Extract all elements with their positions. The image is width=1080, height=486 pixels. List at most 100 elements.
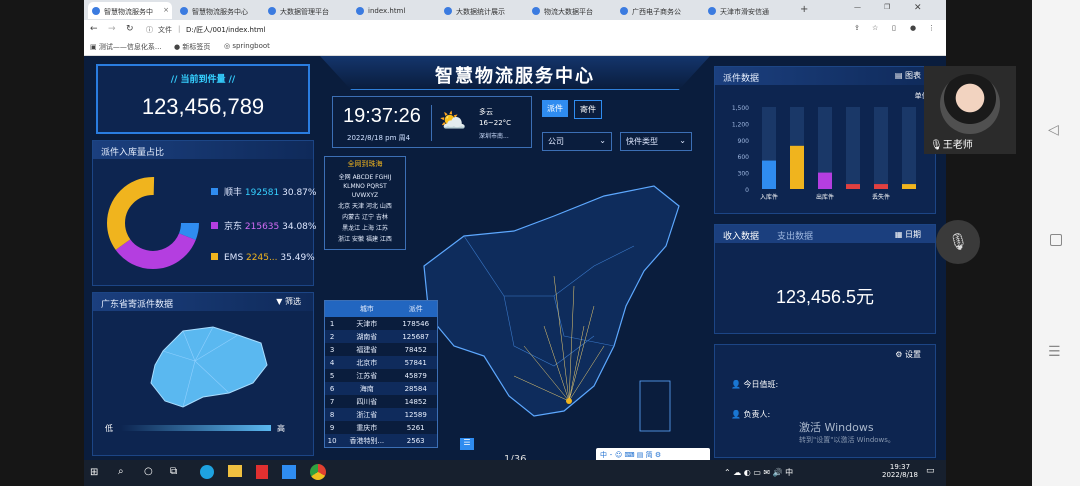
page-icon	[708, 7, 716, 15]
recents-nav-icon[interactable]: ☰	[1048, 344, 1061, 360]
pie-legend-item: 京东 215635 34.08%	[211, 219, 316, 232]
task-view-icon[interactable]: ⧉	[170, 466, 177, 477]
taskbar-clock[interactable]: 19:37 2022/8/18	[882, 463, 918, 479]
province-list[interactable]: 北京 天津 河北 山西	[325, 200, 405, 211]
weather-temp: 16~22°C	[479, 119, 512, 127]
tab-expense[interactable]: 支出数据	[777, 229, 813, 242]
page-icon	[268, 7, 276, 15]
table-row: 6 海南 28584	[325, 382, 437, 395]
tab-income[interactable]: 收入数据	[723, 229, 759, 242]
bar-track	[846, 107, 860, 189]
bookmark-item[interactable]: ● 新标签页	[174, 42, 210, 52]
taskbar: ⊞ ⌕ ○ ⧉ ⌃ ☁ ◐ ▭ ✉ 🔊 中 19:37 2022/8/18 ▭	[84, 460, 946, 486]
system-tray[interactable]: ⌃ ☁ ◐ ▭ ✉ 🔊 中	[724, 467, 793, 478]
browser-tab[interactable]: 广西电子商务公	[616, 2, 700, 19]
clock-time: 19:37:26	[343, 105, 421, 127]
province-list[interactable]: 内蒙古 辽宁 吉林	[325, 211, 405, 222]
browser-tab[interactable]: 大数据统计展示	[440, 2, 524, 19]
rank-table: 城市 派件 1 天津市 178546 2 湖南省 125687 3 福建省 78452 4 北京…	[324, 300, 438, 448]
weather-city: 深圳市南...	[479, 133, 509, 140]
page-title: 智慧物流服务中心	[435, 66, 595, 87]
table-row: 8 浙江省 12589	[325, 408, 437, 421]
bar	[846, 184, 860, 189]
pie-panel: 派件入库量占比 顺丰 192581 30.87% 京东 215635 34.08…	[92, 140, 316, 286]
province-list[interactable]: 黑龙江 上海 江苏	[325, 222, 405, 233]
table-row: 5 江苏省 45879	[329, 371, 427, 380]
list-menu-icon[interactable]: ☰	[460, 438, 474, 450]
chevron-down-icon: ⌄	[599, 136, 606, 145]
home-nav-icon[interactable]	[1050, 234, 1062, 246]
type-select[interactable]: 快件类型 ⌄	[620, 132, 692, 151]
browser-tab[interactable]: 物流大数据平台	[528, 2, 612, 19]
browser-tab[interactable]: 天津市滑安信通	[704, 2, 788, 19]
china-map	[423, 185, 680, 432]
sidebar-icon[interactable]: ▯	[892, 24, 896, 32]
letter-filter[interactable]: UVWXYZ	[325, 191, 405, 200]
browser-tab[interactable]: 大数据管理平台	[264, 2, 348, 19]
page-icon	[356, 7, 364, 15]
search-icon[interactable]: ⌕	[118, 466, 124, 477]
letter-filter[interactable]: 全网 ABCDE FGHIJ	[325, 171, 405, 182]
cortana-icon[interactable]: ○	[144, 466, 153, 477]
filter-button[interactable]: ▼ 筛选	[276, 296, 301, 307]
letter-filter[interactable]: KLMNO PQRST	[325, 182, 405, 191]
edge-icon[interactable]	[200, 465, 214, 479]
restore-icon[interactable]: ❐	[884, 3, 890, 11]
company-select[interactable]: 公司 ⌄	[542, 132, 612, 151]
table-row: 10 香港特别... 2563	[325, 434, 437, 447]
y-tick-label: 300	[738, 171, 750, 178]
notification-icon[interactable]: ▭	[926, 466, 935, 476]
table-row: 4 北京市 57841	[325, 356, 437, 369]
guangdong-region	[150, 326, 268, 408]
province-selector: 全网到珠海 全网 ABCDE FGHIJ KLMNO PQRST UVWXYZ …	[324, 156, 406, 250]
url-input[interactable]: D:/匠人/001/index.html	[186, 25, 266, 35]
date-button[interactable]: ▦ 日期	[895, 229, 921, 240]
close-window-icon[interactable]: ✕	[914, 3, 922, 13]
table-row: 7 四川省 14852	[329, 397, 427, 406]
tab-send[interactable]: 寄件	[574, 100, 602, 119]
browser-tab[interactable]: 智慧物流服务中心	[176, 2, 260, 19]
heat-legend-bar	[121, 425, 271, 431]
chart-button[interactable]: ▤ 图表	[895, 70, 921, 81]
legend-swatch	[211, 253, 218, 260]
menu-icon[interactable]: ⋮	[928, 24, 935, 32]
minimize-icon[interactable]: —	[854, 3, 861, 11]
partly-cloudy-icon: ⛅	[439, 109, 467, 134]
income-value: 123,456.5元	[775, 287, 875, 307]
tab-dispatch[interactable]: 派件	[542, 100, 568, 117]
page-icon	[444, 7, 452, 15]
reload-icon[interactable]: ↻	[126, 24, 134, 34]
forward-icon[interactable]: →	[108, 24, 116, 34]
table-row: 1 天津市 178546	[329, 319, 430, 328]
wps-icon[interactable]	[256, 465, 268, 479]
star-icon[interactable]: ☆	[872, 24, 878, 32]
photos-icon[interactable]	[282, 465, 296, 479]
province-title: 全网到珠海	[347, 160, 383, 168]
clock-weather-box: 19:37:26 2022/8/18 pm 周4 ⛅ 多云 16~22°C 深圳…	[332, 96, 532, 148]
file-explorer-icon[interactable]	[228, 465, 242, 477]
browser-tab[interactable]: index.html	[352, 2, 436, 19]
back-nav-icon[interactable]: ◁	[1048, 122, 1059, 138]
windows-start-icon[interactable]: ⊞	[90, 467, 98, 478]
info-icon: ⓘ	[146, 26, 153, 34]
bar	[818, 172, 832, 189]
close-icon[interactable]: ×	[163, 6, 169, 14]
province-list[interactable]: 浙江 安徽 福建 江西	[325, 233, 405, 244]
bar	[902, 184, 916, 189]
bookmark-item[interactable]: ◎ springboot	[224, 42, 270, 50]
profile-icon[interactable]: ●	[910, 24, 916, 32]
today-count-value: 123,456,789	[141, 94, 265, 119]
y-tick-label: 1,500	[732, 105, 749, 112]
new-tab-icon[interactable]: +	[800, 4, 808, 15]
bookmark-item[interactable]: ▣ 测试——信息化系...	[90, 42, 162, 52]
bar	[762, 160, 776, 189]
bar-track	[874, 107, 888, 189]
dispatch-panel: 派件数据 ▤ 图表 单位: 1,500 1,200 900 600 300 0 入库件 出库件…	[714, 66, 936, 214]
video-tile[interactable]: 🎙王老师	[924, 66, 1016, 154]
back-icon[interactable]: ←	[90, 24, 98, 34]
mute-mic-icon[interactable]: 🎙	[936, 220, 980, 264]
chrome-icon[interactable]	[310, 464, 326, 480]
browser-tab[interactable]: 智慧物流服务中 ×	[88, 2, 172, 19]
settings-button[interactable]: ⚙ 设置	[895, 349, 921, 360]
share-icon[interactable]: ⇪	[854, 24, 860, 32]
